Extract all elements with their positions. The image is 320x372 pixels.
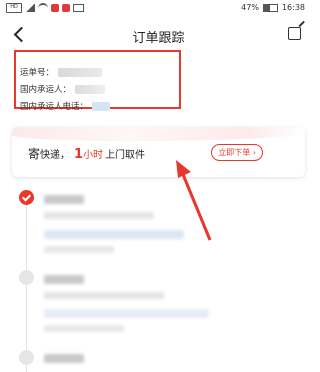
carrier-label: 国内承运人： [20,85,72,95]
app-notification-icon [62,4,70,12]
battery-percent: 47% [241,3,259,12]
promo-prefix: 寄 [28,147,41,161]
header: 订单跟踪 [0,18,317,52]
status-icons-left: HD [6,3,84,13]
order-now-button[interactable]: 立即下单 › [211,144,263,161]
carrier-row: 国内承运人： [20,83,106,95]
carrier-phone-value-redacted[interactable] [92,101,111,111]
tracking-number-label: 运单号： [20,68,55,78]
battery-icon [262,3,278,12]
promo-highlight-number: 1 [74,147,84,162]
timeline-entry-redacted [44,246,114,253]
timeline-node [19,270,34,285]
timeline-entry-redacted [44,212,154,219]
timeline-entry-redacted [44,230,184,239]
sim-icon: HD [6,3,22,13]
timeline-line [26,198,27,372]
promo-text-2: 上门取件 [105,150,146,161]
signal-icon [25,4,35,12]
promo-highlight-unit: 小时 [83,150,104,161]
timeline-entry-redacted [44,292,164,299]
timeline-entry-redacted [44,309,209,318]
tracking-number-value-redacted [58,67,103,77]
express-promo-card[interactable]: 寄 快递， 1 小时 上门取件 立即下单 › [12,127,305,177]
timeline-node [19,350,34,365]
clock: 16:38 [281,3,305,12]
status-bar: HD 47% 16:38 [0,0,317,16]
status-icons-right: 47% 16:38 [241,3,305,12]
share-icon[interactable] [288,27,301,40]
timeline-entry-redacted [44,195,84,204]
timeline-entry-redacted [44,325,124,332]
timeline-entry-redacted [44,354,84,363]
carrier-value-redacted [75,84,106,94]
timeline-entry-redacted [44,275,84,284]
tracking-number-row: 运单号： [20,66,103,78]
carrier-phone-row: 国内承运人电话： [20,100,111,112]
promo-text: 寄 快递， 1 小时 上门取件 [28,145,145,162]
promo-decoration [12,127,305,141]
order-info-box: 运单号： 国内承运人： 国内承运人电话： [14,50,181,112]
mail-icon [73,4,84,12]
page-title: 订单跟踪 [132,31,185,46]
wifi-icon [38,3,48,13]
promo-text-1: 快递， [40,150,71,161]
check-icon [19,190,34,205]
app-notification-icon [51,4,59,12]
carrier-phone-label: 国内承运人电话： [20,102,89,112]
